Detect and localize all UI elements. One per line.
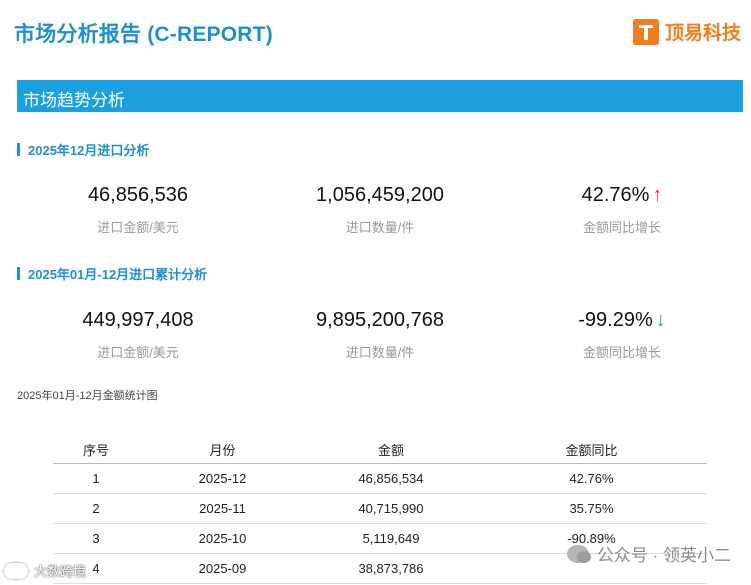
arrow-down-icon: ↓ — [655, 309, 666, 331]
header-amount: 金额 — [306, 436, 476, 464]
subtitle-marker — [17, 143, 20, 156]
watermark-left: 大数跨境 — [4, 561, 86, 580]
cumulative-analysis-title: 2025年01月-12月进口累计分析 — [17, 264, 207, 283]
stat-value: -99.29% ↓ — [512, 309, 732, 332]
monthly-yoy-growth: 42.76% ↑ 金额同比增长 — [512, 184, 732, 236]
cell-index: 2 — [53, 493, 139, 524]
watermark-right-text: 公众号 · 领英小二 — [596, 546, 731, 565]
cell-month: 2025-12 — [139, 463, 306, 494]
cumulative-yoy-growth: -99.29% ↓ 金额同比增长 — [512, 309, 732, 361]
brand: 顶易科技 — [632, 18, 741, 45]
watermark-logo-icon — [4, 562, 28, 579]
stat-value: 42.76% ↑ — [512, 184, 732, 207]
cell-month: 2025-10 — [139, 523, 306, 554]
stat-value: 9,895,200,768 — [316, 309, 444, 331]
cell-index: 1 — [53, 463, 139, 494]
chart-caption: 2025年01月-12月金额统计图 — [17, 390, 158, 402]
yoy-value: 42.76% — [581, 184, 650, 206]
stat-label: 金额同比增长 — [582, 220, 661, 235]
stat-label: 进口数量/件 — [345, 220, 415, 235]
section-header: 市场趋势分析 — [17, 80, 743, 112]
header-month: 月份 — [139, 436, 306, 464]
cell-amount: 5,119,649 — [306, 523, 476, 554]
wechat-icon — [566, 544, 591, 563]
stat-label: 进口金额/美元 — [97, 220, 179, 235]
cell-index: 3 — [53, 523, 139, 554]
stat-label: 进口数量/件 — [345, 345, 415, 360]
subtitle-marker — [17, 267, 20, 280]
cell-amount: 40,715,990 — [306, 493, 476, 524]
header-index: 序号 — [53, 436, 139, 464]
table-row: 1 2025-12 46,856,534 42.76% — [53, 463, 707, 494]
table-row: 2 2025-11 40,715,990 35.75% — [53, 493, 707, 524]
cell-amount: 38,873,786 — [306, 553, 476, 584]
report-header: 市场分析报告 (C-REPORT) 顶易科技 — [0, 0, 751, 64]
arrow-up-icon: ↑ — [652, 184, 663, 206]
cell-yoy: 35.75% — [476, 493, 707, 524]
cell-month: 2025-11 — [139, 493, 306, 524]
stat-value: 1,056,459,200 — [316, 184, 444, 206]
cumulative-import-amount: 449,997,408 进口金额/美元 — [28, 309, 248, 361]
table-header-row: 序号 月份 金额 金额同比 — [53, 436, 707, 464]
cell-amount: 46,856,534 — [306, 463, 476, 494]
watermark-left-text: 大数跨境 — [34, 564, 87, 579]
monthly-import-amount: 46,856,536 进口金额/美元 — [28, 184, 248, 236]
header-yoy: 金额同比 — [476, 436, 707, 464]
stat-label: 进口金额/美元 — [97, 345, 179, 360]
stat-label: 金额同比增长 — [582, 345, 661, 360]
brand-logo-icon — [632, 18, 659, 45]
watermark-right: 公众号 · 领英小二 — [566, 541, 731, 566]
cell-month: 2025-09 — [139, 553, 306, 584]
monthly-analysis-title: 2025年12月进口分析 — [17, 140, 149, 159]
report-title: 市场分析报告 (C-REPORT) — [14, 23, 273, 46]
monthly-analysis-title-text: 2025年12月进口分析 — [28, 143, 150, 158]
section-title: 市场趋势分析 — [23, 91, 125, 110]
cell-yoy: 42.76% — [476, 463, 707, 494]
cumulative-import-quantity: 9,895,200,768 进口数量/件 — [270, 309, 490, 361]
brand-name: 顶易科技 — [664, 23, 741, 44]
stat-value: 449,997,408 — [82, 309, 194, 331]
cumulative-analysis-title-text: 2025年01月-12月进口累计分析 — [28, 267, 208, 282]
yoy-value: -99.29% — [578, 309, 653, 331]
stat-value: 46,856,536 — [87, 184, 189, 206]
monthly-import-quantity: 1,056,459,200 进口数量/件 — [270, 184, 490, 236]
